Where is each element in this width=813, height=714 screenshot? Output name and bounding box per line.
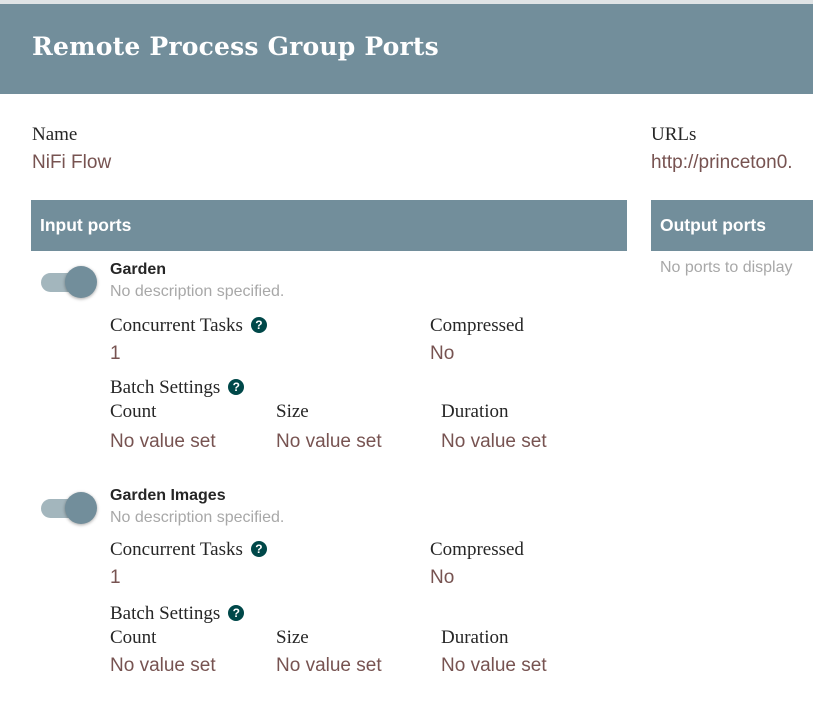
name-label: Name <box>32 124 78 145</box>
batch-duration-value: No value set <box>441 655 547 676</box>
batch-count-label: Count <box>110 627 157 648</box>
compressed-label: Compressed <box>430 315 524 336</box>
batch-count-value: No value set <box>110 431 216 452</box>
compressed-value: No <box>430 343 455 364</box>
compressed-value: No <box>430 567 455 588</box>
batch-duration-label: Duration <box>441 627 509 648</box>
port-enable-toggle[interactable] <box>40 491 98 527</box>
dialog-title: Remote Process Group Ports <box>32 32 439 61</box>
name-value: NiFi Flow <box>32 152 112 173</box>
port-name: Garden Images <box>110 487 226 504</box>
concurrent-tasks-label-text: Concurrent Tasks <box>110 315 243 336</box>
batch-duration-label: Duration <box>441 401 509 422</box>
toggle-thumb <box>65 492 97 524</box>
urls-value: http://princeton0. <box>651 152 793 173</box>
question-circle-icon[interactable]: ? <box>250 317 267 333</box>
port-enable-toggle[interactable] <box>40 265 98 301</box>
batch-settings-label: Batch Settings? <box>110 603 245 625</box>
batch-settings-label-text: Batch Settings <box>110 603 221 624</box>
question-circle-icon[interactable]: ? <box>250 541 267 557</box>
batch-settings-label: Batch Settings? <box>110 377 245 399</box>
port-description: No description specified. <box>110 509 285 526</box>
input-port-item: Garden No description specified. Concurr… <box>0 261 640 471</box>
toggle-thumb <box>65 266 97 298</box>
batch-size-value: No value set <box>276 431 382 452</box>
batch-settings-label-text: Batch Settings <box>110 377 221 398</box>
concurrent-tasks-label: Concurrent Tasks? <box>110 539 267 561</box>
input-ports-header: Input ports <box>31 200 627 251</box>
batch-count-label: Count <box>110 401 157 422</box>
concurrent-tasks-value: 1 <box>110 567 121 588</box>
port-name: Garden <box>110 261 167 278</box>
concurrent-tasks-label-text: Concurrent Tasks <box>110 539 243 560</box>
compressed-label: Compressed <box>430 539 524 560</box>
output-ports-header: Output ports <box>651 200 813 251</box>
batch-duration-value: No value set <box>441 431 547 452</box>
input-port-item: Garden Images No description specified. … <box>0 487 640 697</box>
urls-label: URLs <box>651 124 697 145</box>
batch-size-label: Size <box>276 627 309 648</box>
question-circle-icon[interactable]: ? <box>228 379 245 395</box>
output-ports-empty-message: No ports to display <box>660 259 793 276</box>
concurrent-tasks-value: 1 <box>110 343 121 364</box>
port-description: No description specified. <box>110 283 285 300</box>
question-circle-icon[interactable]: ? <box>228 605 245 621</box>
dialog-header: Remote Process Group Ports <box>0 4 813 94</box>
batch-count-value: No value set <box>110 655 216 676</box>
batch-size-value: No value set <box>276 655 382 676</box>
concurrent-tasks-label: Concurrent Tasks? <box>110 315 267 337</box>
batch-size-label: Size <box>276 401 309 422</box>
